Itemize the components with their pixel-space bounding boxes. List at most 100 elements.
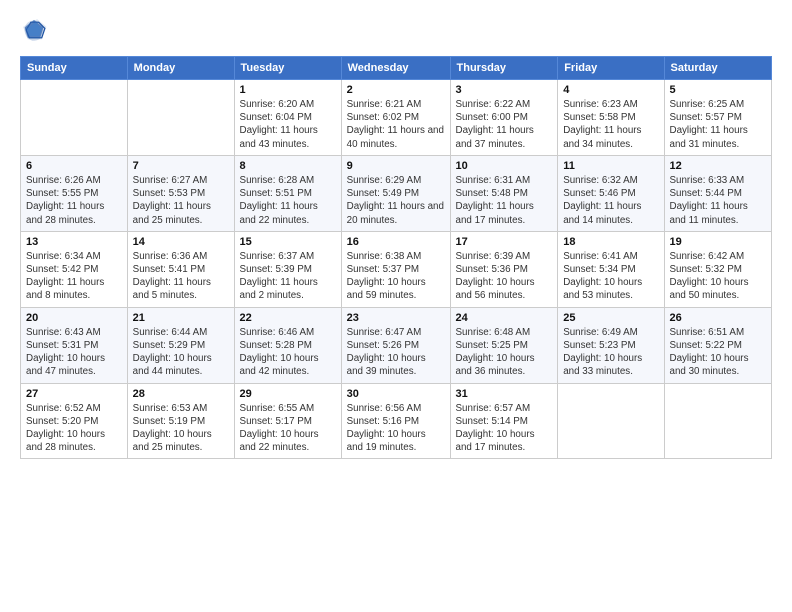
day-info: Sunrise: 6:44 AMSunset: 5:29 PMDaylight:… xyxy=(133,326,229,379)
day-number: 13 xyxy=(26,236,122,248)
day-info: Sunrise: 6:33 AMSunset: 5:44 PMDaylight:… xyxy=(670,174,767,227)
calendar-cell xyxy=(127,80,234,156)
week-row-5: 27 Sunrise: 6:52 AMSunset: 5:20 PMDayligh… xyxy=(21,383,772,459)
week-row-3: 13 Sunrise: 6:34 AMSunset: 5:42 PMDayligh… xyxy=(21,231,772,307)
day-number: 10 xyxy=(456,160,553,172)
calendar-body: 1 Sunrise: 6:20 AMSunset: 6:04 PMDaylight… xyxy=(21,80,772,459)
calendar-cell: 11 Sunrise: 6:32 AMSunset: 5:46 PMDayligh… xyxy=(558,155,664,231)
day-info: Sunrise: 6:47 AMSunset: 5:26 PMDaylight:… xyxy=(347,326,445,379)
calendar-cell: 12 Sunrise: 6:33 AMSunset: 5:44 PMDayligh… xyxy=(664,155,772,231)
calendar-cell: 29Sunrise: 6:55 AMSunset: 5:17 PMDayligh… xyxy=(234,383,341,459)
calendar-header: SundayMondayTuesdayWednesdayThursdayFrid… xyxy=(21,57,772,80)
calendar-cell: 19 Sunrise: 6:42 AMSunset: 5:32 PMDayligh… xyxy=(664,231,772,307)
day-info: Sunrise: 6:49 AMSunset: 5:23 PMDaylight:… xyxy=(563,326,658,379)
calendar-cell: 17Sunrise: 6:39 AMSunset: 5:36 PMDayligh… xyxy=(450,231,558,307)
day-info: Sunrise: 6:36 AMSunset: 5:41 PMDaylight:… xyxy=(133,250,229,303)
calendar-cell: 15 Sunrise: 6:37 AMSunset: 5:39 PMDayligh… xyxy=(234,231,341,307)
day-number: 12 xyxy=(670,160,767,172)
column-header-sunday: Sunday xyxy=(21,57,128,80)
day-info: Sunrise: 6:43 AMSunset: 5:31 PMDaylight:… xyxy=(26,326,122,379)
day-number: 9 xyxy=(347,160,445,172)
logo xyxy=(20,16,52,44)
day-number: 6 xyxy=(26,160,122,172)
day-number: 22 xyxy=(240,312,336,324)
calendar-cell: 24Sunrise: 6:48 AMSunset: 5:25 PMDayligh… xyxy=(450,307,558,383)
day-info: Sunrise: 6:23 AMSunset: 5:58 PMDaylight:… xyxy=(563,98,658,151)
logo-icon xyxy=(20,16,48,44)
day-info: Sunrise: 6:57 AMSunset: 5:14 PMDaylight:… xyxy=(456,402,553,455)
day-info: Sunrise: 6:38 AMSunset: 5:37 PMDaylight:… xyxy=(347,250,445,303)
calendar-cell: 5 Sunrise: 6:25 AMSunset: 5:57 PMDaylight… xyxy=(664,80,772,156)
calendar-cell: 20 Sunrise: 6:43 AMSunset: 5:31 PMDayligh… xyxy=(21,307,128,383)
day-info: Sunrise: 6:31 AMSunset: 5:48 PMDaylight:… xyxy=(456,174,553,227)
day-info: Sunrise: 6:52 AMSunset: 5:20 PMDaylight:… xyxy=(26,402,122,455)
day-number: 29 xyxy=(240,388,336,400)
day-number: 15 xyxy=(240,236,336,248)
day-number: 16 xyxy=(347,236,445,248)
calendar-cell: 13 Sunrise: 6:34 AMSunset: 5:42 PMDayligh… xyxy=(21,231,128,307)
day-info: Sunrise: 6:22 AMSunset: 6:00 PMDaylight:… xyxy=(456,98,553,151)
day-info: Sunrise: 6:37 AMSunset: 5:39 PMDaylight:… xyxy=(240,250,336,303)
page: SundayMondayTuesdayWednesdayThursdayFrid… xyxy=(0,0,792,612)
calendar-table: SundayMondayTuesdayWednesdayThursdayFrid… xyxy=(20,56,772,459)
calendar-cell: 9 Sunrise: 6:29 AMSunset: 5:49 PMDaylight… xyxy=(341,155,450,231)
calendar-cell: 30 Sunrise: 6:56 AMSunset: 5:16 PMDayligh… xyxy=(341,383,450,459)
day-info: Sunrise: 6:41 AMSunset: 5:34 PMDaylight:… xyxy=(563,250,658,303)
calendar-cell: 23 Sunrise: 6:47 AMSunset: 5:26 PMDayligh… xyxy=(341,307,450,383)
day-info: Sunrise: 6:48 AMSunset: 5:25 PMDaylight:… xyxy=(456,326,553,379)
day-number: 20 xyxy=(26,312,122,324)
calendar-cell: 7Sunrise: 6:27 AMSunset: 5:53 PMDaylight… xyxy=(127,155,234,231)
calendar-cell: 1 Sunrise: 6:20 AMSunset: 6:04 PMDaylight… xyxy=(234,80,341,156)
column-header-friday: Friday xyxy=(558,57,664,80)
day-number: 3 xyxy=(456,84,553,96)
day-info: Sunrise: 6:26 AMSunset: 5:55 PMDaylight:… xyxy=(26,174,122,227)
day-number: 7 xyxy=(133,160,229,172)
day-number: 27 xyxy=(26,388,122,400)
day-info: Sunrise: 6:29 AMSunset: 5:49 PMDaylight:… xyxy=(347,174,445,227)
week-row-2: 6 Sunrise: 6:26 AMSunset: 5:55 PMDaylight… xyxy=(21,155,772,231)
week-row-4: 20 Sunrise: 6:43 AMSunset: 5:31 PMDayligh… xyxy=(21,307,772,383)
calendar-cell: 6 Sunrise: 6:26 AMSunset: 5:55 PMDaylight… xyxy=(21,155,128,231)
day-number: 14 xyxy=(133,236,229,248)
day-number: 11 xyxy=(563,160,658,172)
day-number: 26 xyxy=(670,312,767,324)
day-number: 25 xyxy=(563,312,658,324)
header-row: SundayMondayTuesdayWednesdayThursdayFrid… xyxy=(21,57,772,80)
day-info: Sunrise: 6:56 AMSunset: 5:16 PMDaylight:… xyxy=(347,402,445,455)
day-number: 21 xyxy=(133,312,229,324)
calendar-cell: 28Sunrise: 6:53 AMSunset: 5:19 PMDayligh… xyxy=(127,383,234,459)
calendar-cell: 16 Sunrise: 6:38 AMSunset: 5:37 PMDayligh… xyxy=(341,231,450,307)
day-number: 23 xyxy=(347,312,445,324)
calendar-cell: 31 Sunrise: 6:57 AMSunset: 5:14 PMDayligh… xyxy=(450,383,558,459)
column-header-tuesday: Tuesday xyxy=(234,57,341,80)
column-header-wednesday: Wednesday xyxy=(341,57,450,80)
day-info: Sunrise: 6:46 AMSunset: 5:28 PMDaylight:… xyxy=(240,326,336,379)
column-header-thursday: Thursday xyxy=(450,57,558,80)
day-number: 31 xyxy=(456,388,553,400)
day-number: 18 xyxy=(563,236,658,248)
day-number: 4 xyxy=(563,84,658,96)
calendar-cell: 8Sunrise: 6:28 AMSunset: 5:51 PMDaylight… xyxy=(234,155,341,231)
day-info: Sunrise: 6:42 AMSunset: 5:32 PMDaylight:… xyxy=(670,250,767,303)
calendar-cell: 2Sunrise: 6:21 AMSunset: 6:02 PMDaylight… xyxy=(341,80,450,156)
column-header-monday: Monday xyxy=(127,57,234,80)
week-row-1: 1 Sunrise: 6:20 AMSunset: 6:04 PMDaylight… xyxy=(21,80,772,156)
day-info: Sunrise: 6:20 AMSunset: 6:04 PMDaylight:… xyxy=(240,98,336,151)
day-number: 5 xyxy=(670,84,767,96)
day-info: Sunrise: 6:21 AMSunset: 6:02 PMDaylight:… xyxy=(347,98,445,151)
calendar-cell: 3 Sunrise: 6:22 AMSunset: 6:00 PMDaylight… xyxy=(450,80,558,156)
day-number: 19 xyxy=(670,236,767,248)
day-info: Sunrise: 6:39 AMSunset: 5:36 PMDaylight:… xyxy=(456,250,553,303)
day-info: Sunrise: 6:34 AMSunset: 5:42 PMDaylight:… xyxy=(26,250,122,303)
calendar-cell: 21 Sunrise: 6:44 AMSunset: 5:29 PMDayligh… xyxy=(127,307,234,383)
day-number: 8 xyxy=(240,160,336,172)
day-info: Sunrise: 6:32 AMSunset: 5:46 PMDaylight:… xyxy=(563,174,658,227)
calendar-cell xyxy=(664,383,772,459)
calendar-cell: 25 Sunrise: 6:49 AMSunset: 5:23 PMDayligh… xyxy=(558,307,664,383)
calendar-cell: 26 Sunrise: 6:51 AMSunset: 5:22 PMDayligh… xyxy=(664,307,772,383)
day-number: 30 xyxy=(347,388,445,400)
day-info: Sunrise: 6:51 AMSunset: 5:22 PMDaylight:… xyxy=(670,326,767,379)
day-info: Sunrise: 6:25 AMSunset: 5:57 PMDaylight:… xyxy=(670,98,767,151)
calendar-cell: 18 Sunrise: 6:41 AMSunset: 5:34 PMDayligh… xyxy=(558,231,664,307)
day-number: 1 xyxy=(240,84,336,96)
